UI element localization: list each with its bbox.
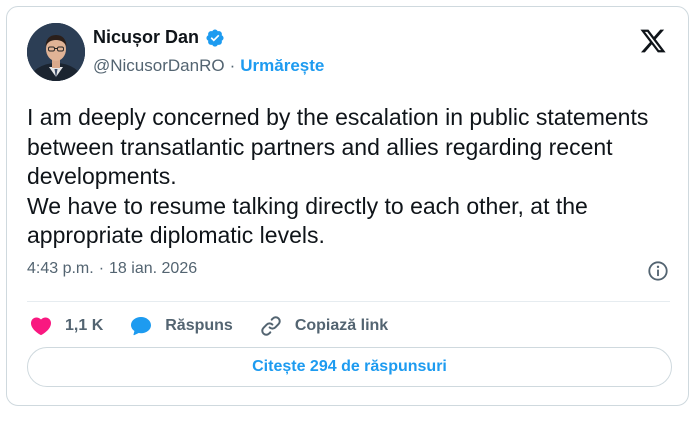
author-name-row[interactable]: Nicușor Dan	[93, 27, 225, 48]
heart-icon	[30, 317, 52, 336]
tweet-paragraph: We have to resume talking directly to ea…	[27, 192, 588, 249]
avatar-photo	[27, 23, 85, 81]
tweet-text: I am deeply concerned by the escalation …	[27, 103, 667, 251]
like-count: 1,1 K	[65, 317, 104, 334]
speech-bubble-icon	[131, 317, 152, 336]
verified-badge-icon	[206, 28, 224, 47]
handle-row: @NicusorDanRO · Urmărește	[93, 56, 324, 76]
tweet-time[interactable]: 4:43 p.m.	[27, 260, 94, 278]
avatar[interactable]	[27, 23, 85, 81]
link-icon	[261, 316, 281, 336]
author-handle[interactable]: @NicusorDanRO	[93, 56, 225, 76]
tweet-paragraph: I am deeply concerned by the escalation …	[27, 104, 649, 189]
author-name[interactable]: Nicușor Dan	[93, 27, 199, 48]
info-icon[interactable]	[647, 260, 669, 282]
copy-link-button[interactable]: Copiază link	[259, 314, 388, 338]
handle-separator: ·	[229, 56, 236, 75]
read-replies-label: Citește 294 de răspunsuri	[252, 358, 447, 375]
read-replies-button[interactable]: Citește 294 de răspunsuri	[27, 347, 672, 387]
x-logo-icon[interactable]	[639, 27, 667, 55]
tweet-date[interactable]: 18 ian. 2026	[109, 260, 197, 278]
meta-separator: ·	[98, 260, 105, 277]
tweet-card: Nicușor Dan @NicusorDanRO · Urmărește I …	[6, 6, 689, 406]
divider	[27, 301, 670, 302]
action-bar: 1,1 K Răspuns Copiază link	[29, 309, 414, 343]
follow-button[interactable]: Urmărește	[240, 56, 324, 76]
like-button[interactable]: 1,1 K	[29, 314, 103, 338]
reply-button[interactable]: Răspuns	[129, 314, 233, 338]
reply-label: Răspuns	[165, 317, 233, 334]
tweet-timestamp[interactable]: 4:43 p.m. · 18 ian. 2026	[27, 260, 197, 278]
copy-link-label: Copiază link	[294, 317, 389, 334]
